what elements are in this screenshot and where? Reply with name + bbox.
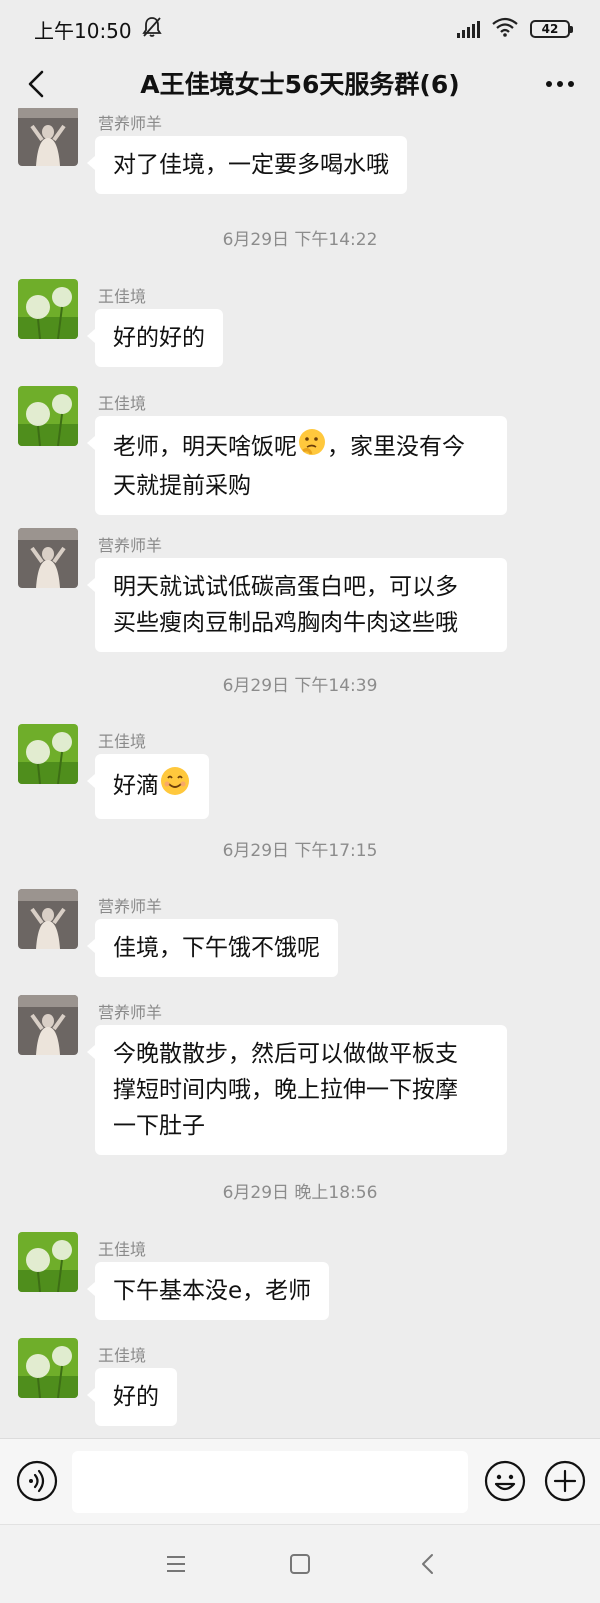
timestamp: 6月29日 下午14:39 — [222, 676, 378, 696]
bell-off-icon — [141, 16, 162, 43]
title-bar: A王佳境女士56天服务群(6) — [0, 58, 600, 108]
avatar[interactable] — [18, 528, 78, 588]
avatar[interactable] — [18, 386, 78, 446]
timestamp: 6月29日 下午14:22 — [222, 230, 378, 250]
message-line: 今晚散散步，然后可以做做平板支 — [113, 1041, 458, 1067]
voice-icon[interactable] — [16, 1460, 58, 1502]
message-line: 天就提前采购 — [113, 473, 251, 499]
message-text: 老师，明天啥饭呢 — [113, 434, 297, 460]
message-line: 一下肚子 — [113, 1113, 205, 1139]
message-text: 佳境，下午饿不饿呢 — [113, 935, 320, 961]
message-bubble[interactable]: 对了佳境，一定要多喝水哦 — [87, 136, 407, 194]
back-arrow-icon[interactable] — [18, 66, 54, 102]
status-left: 上午10:50 — [34, 15, 162, 44]
battery-icon: 42 — [530, 20, 573, 38]
signal-icon — [457, 20, 480, 38]
chat-title: A王佳境女士56天服务群(6) — [140, 70, 460, 99]
avatar[interactable] — [18, 995, 78, 1055]
thinking-face-emoji — [297, 427, 327, 468]
avatar[interactable] — [18, 279, 78, 339]
menu-icon[interactable] — [164, 1551, 188, 1577]
chat-history[interactable]: 营养师羊 对了佳境，一定要多喝水哦 6月29日 下午14:22 王佳境 好的好的 — [0, 108, 600, 1438]
sender-name: 营养师羊 — [98, 114, 163, 133]
status-right: 42 — [457, 17, 573, 41]
timestamp: 6月29日 下午17:15 — [222, 841, 378, 861]
sender-name: 王佳境 — [98, 732, 147, 751]
message-line: 老师，明天啥饭呢 ，家里没有今 — [113, 427, 489, 468]
sender-name: 王佳境 — [98, 1346, 147, 1365]
sender-name: 营养师羊 — [98, 897, 163, 916]
message-text: 好滴 — [113, 773, 159, 799]
sender-name: 王佳境 — [98, 1240, 147, 1259]
message-bubble[interactable]: 老师，明天啥饭呢 ，家里没有今 天就提前采购 — [87, 416, 507, 515]
message-line: 撑短时间内哦，晚上拉伸一下按摩 — [113, 1077, 458, 1103]
message-text: 对了佳境，一定要多喝水哦 — [113, 152, 389, 178]
more-icon[interactable] — [540, 66, 580, 102]
emoji-icon[interactable] — [484, 1460, 526, 1502]
message-text: 下午基本没e，老师 — [113, 1278, 312, 1304]
message-text: ，家里没有今 — [327, 434, 465, 460]
sender-name: 营养师羊 — [98, 536, 163, 555]
smiling-face-emoji — [159, 765, 191, 808]
input-bar — [0, 1438, 600, 1524]
message-bubble[interactable]: 今晚散散步，然后可以做做平板支 撑短时间内哦，晚上拉伸一下按摩 一下肚子 — [87, 1025, 507, 1155]
avatar[interactable] — [18, 724, 78, 784]
message-input[interactable] — [72, 1451, 468, 1513]
avatar[interactable] — [18, 108, 78, 166]
home-icon[interactable] — [288, 1551, 312, 1577]
avatar[interactable] — [18, 1338, 78, 1398]
plus-icon[interactable] — [544, 1460, 586, 1502]
back-icon[interactable] — [418, 1551, 438, 1577]
message-bubble[interactable]: 好的好的 — [87, 309, 223, 367]
system-nav-bar — [0, 1524, 600, 1603]
message-bubble[interactable]: 明天就试试低碳高蛋白吧，可以多 买些瘦肉豆制品鸡胸肉牛肉这些哦 — [87, 558, 507, 652]
message-bubble[interactable]: 好滴 — [87, 754, 209, 819]
sender-name: 王佳境 — [98, 394, 147, 413]
avatar[interactable] — [18, 1232, 78, 1292]
message-bubble[interactable]: 下午基本没e，老师 — [86, 1262, 330, 1320]
message-line: 明天就试试低碳高蛋白吧，可以多 — [113, 574, 458, 600]
message-text: 好的 — [113, 1384, 159, 1410]
avatar[interactable] — [18, 889, 78, 949]
sender-name: 王佳境 — [98, 287, 147, 306]
sender-name: 营养师羊 — [98, 1003, 163, 1022]
message-bubble[interactable]: 佳境，下午饿不饿呢 — [87, 919, 338, 977]
message-bubble[interactable]: 好的 — [87, 1368, 177, 1426]
wifi-icon — [492, 17, 518, 41]
status-time: 上午10:50 — [34, 18, 132, 43]
status-bar: 上午10:50 42 — [0, 0, 600, 58]
message-line: 买些瘦肉豆制品鸡胸肉牛肉这些哦 — [113, 610, 458, 636]
timestamp: 6月29日 晚上18:56 — [222, 1183, 378, 1203]
message-text: 好的好的 — [113, 325, 205, 351]
